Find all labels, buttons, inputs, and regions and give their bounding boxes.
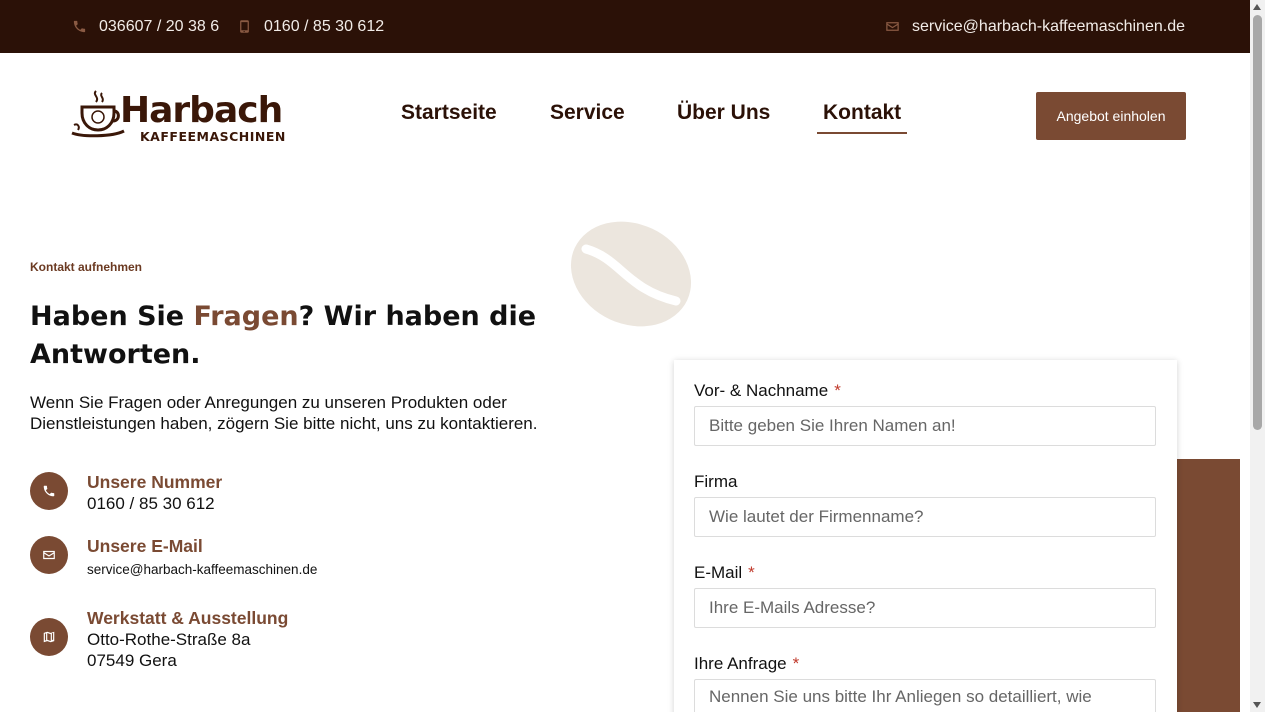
scrollbar-thumb[interactable] — [1253, 15, 1262, 430]
mobile-phone-icon — [240, 20, 249, 33]
email-input[interactable] — [694, 588, 1156, 628]
page-title: Haben Sie Fragen? Wir haben die Antworte… — [30, 298, 590, 374]
topbar-phone-1[interactable]: 036607 / 20 38 6 — [72, 0, 219, 53]
contact-email-value[interactable]: service@harbach-kaffeemaschinen.de — [87, 559, 317, 580]
contact-workshop-badge — [30, 618, 68, 656]
contact-email-title: Unsere E-Mail — [87, 536, 203, 556]
required-marker: * — [792, 654, 800, 673]
request-label-text: Ihre Anfrage — [694, 654, 787, 673]
contact-workshop-city: 07549 Gera — [87, 651, 177, 670]
contact-phone-value[interactable]: 0160 / 85 30 612 — [87, 493, 222, 514]
email-label: E-Mail * — [694, 563, 755, 583]
request-textarea[interactable] — [694, 679, 1156, 712]
topbar-phone-1-text: 036607 / 20 38 6 — [99, 17, 220, 35]
name-label: Vor- & Nachname * — [694, 381, 841, 401]
contact-email: Unsere E-Mail service@harbach-kaffeemasc… — [30, 536, 317, 580]
topbar-phone-2[interactable]: 0160 / 85 30 612 — [237, 0, 384, 53]
envelope-icon — [43, 550, 55, 560]
nav-item-service[interactable]: Service — [550, 100, 625, 134]
required-marker: * — [748, 563, 755, 582]
name-label-text: Vor- & Nachname — [694, 381, 829, 400]
phone-icon — [43, 485, 55, 497]
nav-item-startseite[interactable]: Startseite — [401, 100, 497, 134]
contact-phone-badge — [30, 472, 68, 510]
nav-item-ueber-uns[interactable]: Über Uns — [677, 100, 770, 134]
topbar-phone-2-text: 0160 / 85 30 612 — [264, 17, 385, 35]
scroll-down-icon[interactable] — [1253, 702, 1261, 708]
company-label: Firma — [694, 472, 738, 491]
contact-workshop-title: Werkstatt & Ausstellung — [87, 608, 289, 628]
headline-part-1: Haben Sie — [30, 301, 194, 332]
topbar-email[interactable]: service@harbach-kaffeemaschinen.de — [885, 0, 1185, 53]
nav-item-kontakt[interactable]: Kontakt — [817, 100, 908, 134]
section-eyebrow: Kontakt aufnehmen — [30, 260, 143, 274]
company-input[interactable] — [694, 497, 1156, 537]
top-bar: 036607 / 20 38 6 0160 / 85 30 612 servic… — [0, 0, 1250, 53]
email-label-text: E-Mail — [694, 563, 743, 582]
contact-email-badge — [30, 536, 68, 574]
topbar-email-text: service@harbach-kaffeemaschinen.de — [912, 17, 1185, 35]
contact-form: Vor- & Nachname * Firma E-Mail * Ihre Anfr… — [674, 360, 1177, 712]
headline-accent: Fragen — [193, 301, 299, 332]
contact-workshop-street: Otto-Rothe-Straße 8a — [87, 630, 251, 649]
required-marker: * — [834, 381, 841, 400]
request-label: Ihre Anfrage * — [694, 654, 799, 674]
map-icon — [43, 631, 55, 643]
contact-workshop: Werkstatt & Ausstellung Otto-Rothe-Straß… — [30, 608, 288, 671]
page-scrollbar[interactable] — [1250, 0, 1265, 712]
contact-phone-title: Unsere Nummer — [87, 472, 223, 492]
intro-text: Wenn Sie Fragen oder Anregungen zu unser… — [30, 393, 538, 433]
decorative-side-block — [1172, 459, 1240, 712]
scroll-up-icon[interactable] — [1253, 4, 1261, 10]
contact-phone: Unsere Nummer 0160 / 85 30 612 — [30, 472, 222, 514]
request-quote-button[interactable]: Angebot einholen — [1036, 92, 1186, 140]
name-input[interactable] — [694, 406, 1156, 446]
phone-icon — [73, 20, 86, 33]
envelope-icon — [886, 22, 899, 31]
